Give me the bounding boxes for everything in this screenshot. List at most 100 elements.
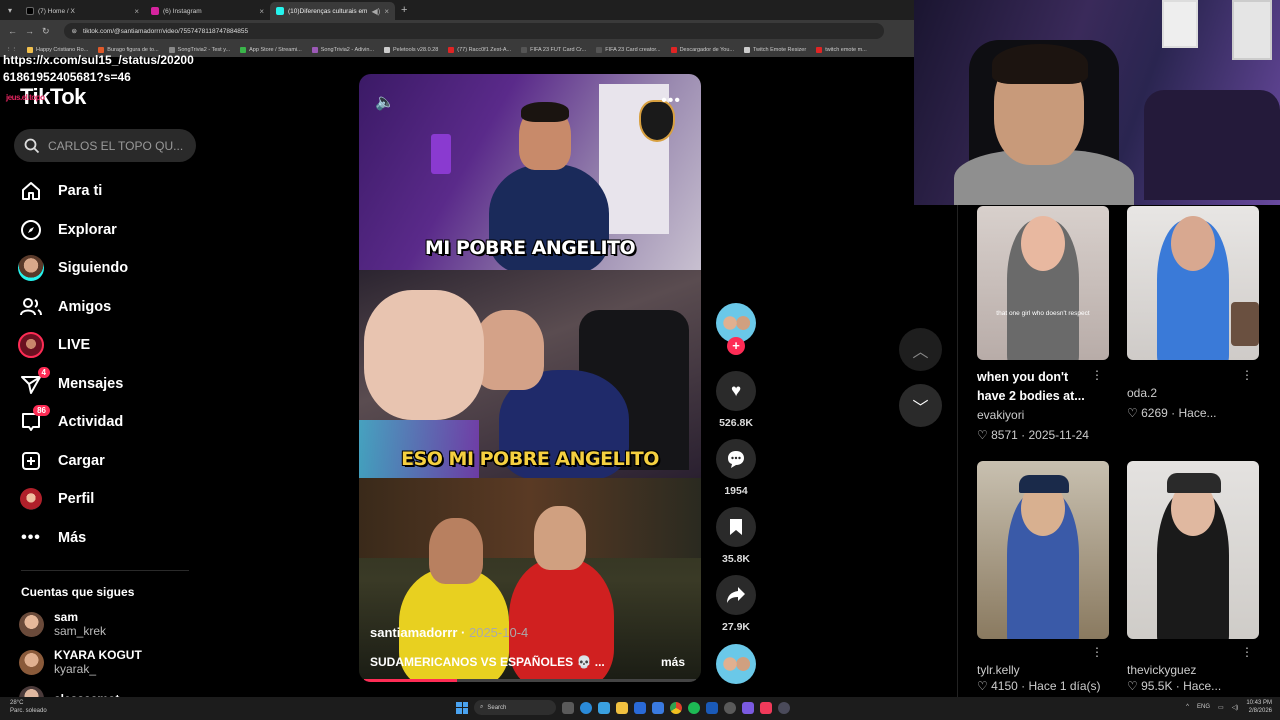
webcam-overlay [914, 0, 1280, 205]
sidebar-item-siguiendo[interactable]: Siguiendo [18, 249, 198, 288]
bookmark[interactable]: App Store / Streami... [240, 46, 302, 53]
tab-x[interactable]: (7) Home / X × [20, 2, 145, 20]
sidebar-item-actividad[interactable]: 86 Actividad [18, 403, 198, 442]
video-author[interactable]: santiamadorrr · 2025-10-4 [370, 625, 528, 640]
sidebar-item-mensajes[interactable]: 4 Mensajes [18, 365, 198, 404]
save-button[interactable]: 35.8K [714, 507, 758, 565]
app-icon[interactable] [778, 701, 790, 714]
back-icon[interactable]: ← [8, 26, 17, 36]
bookmark[interactable]: FIFA 23 Card creator... [596, 46, 661, 53]
obs-icon[interactable] [724, 701, 736, 714]
video-thumbnail[interactable] [1127, 206, 1259, 360]
reload-icon[interactable]: ↻ [42, 26, 50, 37]
search-input[interactable]: CARLOS EL TOPO QU... [14, 129, 196, 162]
video-thumbnail[interactable] [1127, 461, 1259, 639]
close-icon[interactable]: × [384, 7, 389, 16]
grid-video-card[interactable]: ⋮ thevickyguez ♡ 95.5K · Hace... [1127, 461, 1259, 693]
grid-divider [957, 205, 958, 700]
like-button[interactable]: ♥ 526.8K [714, 371, 758, 429]
forward-icon[interactable]: → [25, 26, 34, 36]
bookmark[interactable]: SongTrivia2 - Adivin... [311, 46, 374, 53]
sidebar-item-amigos[interactable]: Amigos [18, 288, 198, 327]
store-icon[interactable] [598, 701, 610, 714]
grid-video-card[interactable]: ⋮ tylr.kelly ♡ 4150 · Hace 1 día(s) [977, 461, 1109, 693]
bookmark[interactable]: FIFA 23 FUT Card Cr... [521, 46, 587, 53]
more-options-icon[interactable]: ••• [661, 92, 681, 110]
photos-icon[interactable] [652, 701, 664, 714]
more-options-icon[interactable]: ⋮ [1091, 368, 1103, 382]
card-user[interactable]: evakiyori [977, 408, 1109, 422]
volume-icon[interactable]: ◁) [1232, 704, 1239, 711]
bookmark[interactable]: twitch emote m... [816, 46, 867, 53]
music-icon[interactable] [760, 701, 772, 714]
url-text: tiktok.com/@santiamadorrr/video/75574781… [83, 27, 249, 35]
more-options-icon[interactable]: ⋮ [1091, 645, 1103, 659]
folder-icon[interactable] [616, 701, 628, 714]
sound-avatar[interactable] [714, 644, 758, 684]
avatar [19, 611, 44, 637]
sidebar-item-explorar[interactable]: Explorar [18, 211, 198, 250]
video-thumbnail[interactable]: that one girl who doesn't respect [977, 206, 1109, 360]
tab-menu-icon[interactable]: ▾ [0, 0, 20, 20]
tiktok-logo[interactable]: jeus.el.topo TikTok [6, 84, 86, 110]
card-user[interactable]: tylr.kelly [977, 663, 1109, 677]
close-icon[interactable]: × [259, 7, 264, 16]
video-thumbnail[interactable] [977, 461, 1109, 639]
chrome-icon[interactable] [670, 701, 682, 714]
edge-icon[interactable] [580, 701, 592, 714]
chevron-up-icon[interactable]: ^ [1186, 704, 1189, 710]
language-indicator[interactable]: ENG [1197, 704, 1210, 710]
grid-video-card[interactable]: that one girl who doesn't respect ⋮ when… [977, 206, 1109, 442]
creator-avatar[interactable]: + [714, 303, 758, 355]
video-progress-bar[interactable] [364, 679, 696, 682]
bookmark[interactable]: (77) Racc0f1 Zest-A... [448, 46, 511, 53]
sidebar-item-para-ti[interactable]: Para ti [18, 172, 198, 211]
weather-widget[interactable]: 28°C Parc. soleado [10, 699, 47, 715]
spotify-icon[interactable] [688, 701, 700, 714]
close-icon[interactable]: × [134, 7, 139, 16]
bookmark[interactable]: Peletools v28.0.28 [384, 46, 438, 53]
sidebar-item-mas[interactable]: ••• Más [18, 519, 198, 558]
next-video-button[interactable]: ﹀ [899, 384, 942, 427]
more-button[interactable]: más [661, 655, 685, 669]
more-options-icon[interactable]: ⋮ [1241, 645, 1253, 659]
sidebar-item-live[interactable]: LIVE [18, 326, 198, 365]
windows-start-icon[interactable] [456, 701, 468, 714]
sidebar-item-perfil[interactable]: Perfil [18, 480, 198, 519]
comment-button[interactable]: 1954 [714, 439, 758, 497]
bookmark-label: FIFA 23 FUT Card Cr... [530, 46, 587, 53]
url-input[interactable]: ⊜ tiktok.com/@santiamadorrr/video/755747… [63, 23, 884, 39]
clock[interactable]: 10:43 PM 2/8/2026 [1246, 699, 1272, 715]
tab-tiktok[interactable]: (10)Diferenças culturais em... ◀) × [270, 2, 395, 20]
speaker-icon[interactable]: ◀) [372, 7, 381, 16]
taskbar-search[interactable]: ⌕ Search [474, 700, 556, 715]
video-player[interactable]: 🔈 ••• MI POBRE ANGELITO ESO MI POBRE ANG… [359, 74, 701, 682]
sidebar-item-cargar[interactable]: Cargar [18, 442, 198, 481]
card-user[interactable]: thevickyguez [1127, 663, 1259, 677]
new-tab-button[interactable]: + [395, 4, 413, 16]
taskbar-search-label: Search [487, 704, 507, 711]
volume-icon[interactable]: 🔈 [375, 92, 395, 112]
tab-instagram[interactable]: (6) Instagram × [145, 2, 270, 20]
following-item[interactable]: sam sam_krek [19, 610, 199, 638]
bookmark[interactable]: Twitch Emote Resizer [744, 46, 806, 53]
search-icon: ⌕ [480, 704, 484, 710]
task-view-icon[interactable] [562, 701, 574, 714]
heart-icon: ♥ [716, 371, 756, 411]
send-icon: 4 [18, 366, 50, 397]
following-item[interactable]: KYARA KOGUT kyarak_ [19, 648, 199, 676]
card-date: 2025-11-24 [1028, 428, 1089, 442]
more-options-icon[interactable]: ⋮ [1241, 368, 1253, 382]
site-info-icon[interactable]: ⊜ [72, 27, 77, 35]
bookmark[interactable]: Descargador de You... [670, 46, 734, 53]
previous-video-button[interactable]: ︿ [899, 328, 942, 371]
app-icon[interactable] [706, 701, 718, 714]
network-icon[interactable]: ▭ [1218, 704, 1224, 711]
card-user[interactable]: oda.2 [1127, 386, 1259, 400]
share-button[interactable]: 27.9K [714, 575, 758, 633]
follow-plus-icon[interactable]: + [727, 337, 745, 355]
discord-icon[interactable] [742, 701, 754, 714]
grid-video-card[interactable]: ⋮ oda.2 ♡ 6269 · Hace... [1127, 206, 1259, 420]
following-name: sam [54, 610, 79, 624]
mail-icon[interactable] [634, 701, 646, 714]
